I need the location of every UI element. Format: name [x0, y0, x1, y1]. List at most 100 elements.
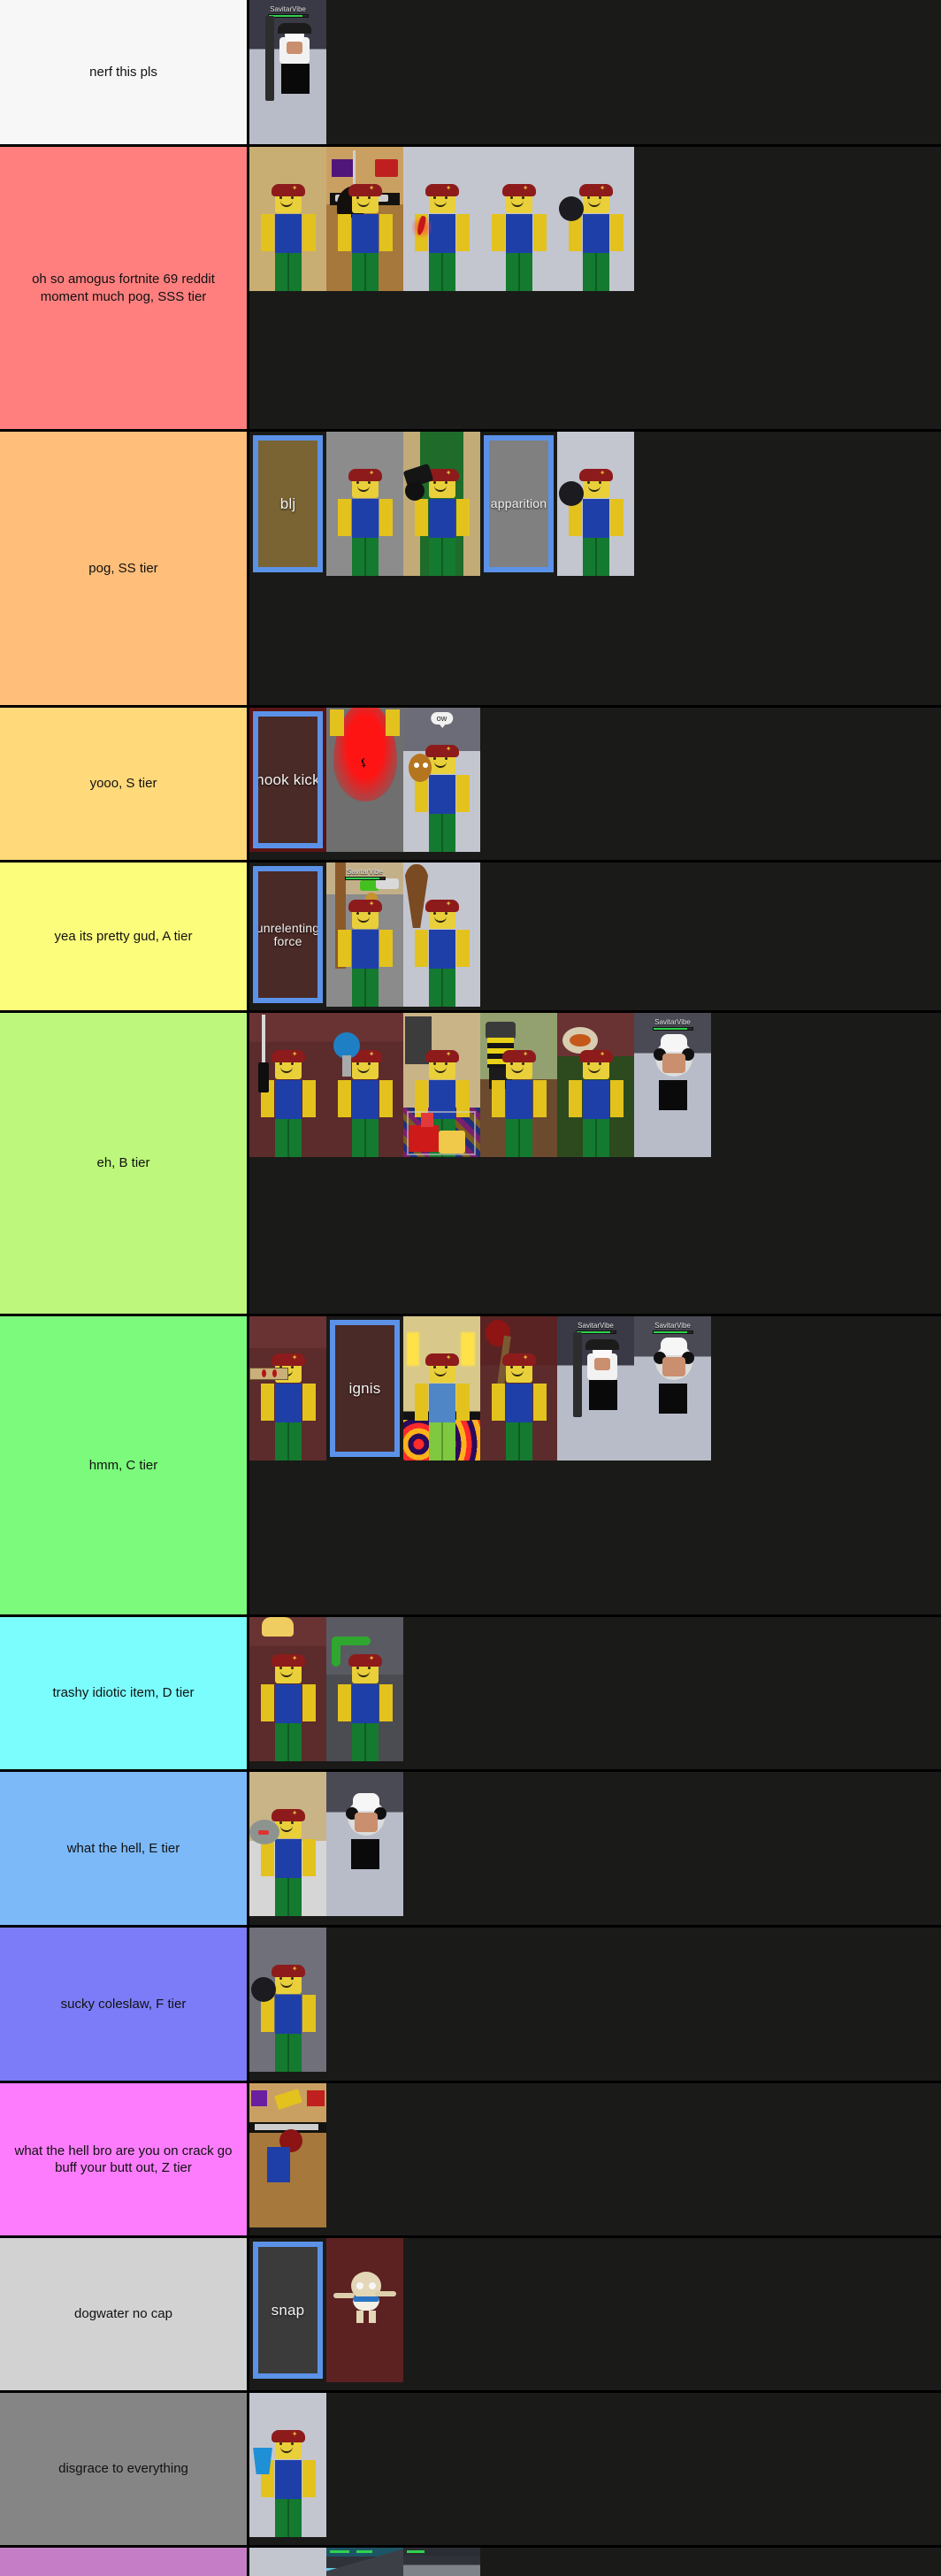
roblox-avatar [568, 1050, 624, 1157]
tier-items[interactable] [249, 1772, 941, 1925]
text-card: unrelenting force [249, 862, 326, 1007]
tier-row: sucky coleslaw, F tier [0, 1928, 941, 2083]
tier-label[interactable]: yea its pretty gud, A tier [0, 862, 249, 1010]
blj-text-card[interactable]: blj [249, 432, 326, 576]
tier-items[interactable] [249, 1928, 941, 2081]
noob-pushing-red-cart[interactable] [480, 147, 557, 291]
tier-label[interactable]: yooo, S tier [0, 708, 249, 860]
tier-row: trashy idiotic item, D tier [0, 1617, 941, 1772]
text-card: apparition [480, 432, 557, 576]
tier-row: nerf this pls SavitarVibe [0, 0, 941, 147]
red-glow-attack-effect[interactable]: ⚸ [326, 708, 403, 852]
roblox-avatar [491, 184, 547, 291]
noob-with-ow-bubble[interactable]: ow [403, 708, 480, 852]
tier-label[interactable]: sucky coleslaw, F tier [0, 1928, 249, 2081]
noob-holding-phone[interactable] [326, 432, 403, 576]
bowling-alley-sword-noob[interactable] [326, 147, 403, 291]
tier-row: accidental imagesHP:100HP:100 [0, 2548, 941, 2576]
tier-row: yea its pretty gud, A tier unrelenting fo… [0, 862, 941, 1013]
unrelenting-force-text-card[interactable]: unrelenting force [249, 862, 326, 1007]
roblox-avatar [414, 1353, 470, 1460]
tier-label[interactable]: nerf this pls [0, 0, 249, 144]
tier-list: nerf this pls SavitarVibe oh so amogus for… [0, 0, 941, 2576]
noob-holding-black-ball[interactable] [557, 147, 634, 291]
tier-row: disgrace to everything [0, 2393, 941, 2548]
savitarvibe-avatar-mic[interactable]: SavitarVibe [557, 1316, 634, 1460]
apparition-text-card[interactable]: apparition [480, 432, 557, 576]
noob-with-shopping-cart[interactable] [403, 1013, 480, 1157]
tier-items[interactable] [249, 2393, 941, 2545]
bowling-alley-red-ball[interactable] [249, 2083, 326, 2227]
roblox-avatar [337, 469, 394, 576]
noob-with-blue-frying-pan[interactable] [326, 1013, 403, 1157]
tier-label[interactable]: oh so amogus fortnite 69 reddit moment m… [0, 147, 249, 429]
tier-label[interactable]: what the hell, E tier [0, 1772, 249, 1925]
tier-items[interactable]: blj apparition [249, 432, 941, 705]
tiermaker-page: TiERMAKER nerf this plsSavitarVibeoh so … [0, 0, 941, 2576]
noob-with-blue-bucket[interactable] [249, 2393, 326, 2537]
tier-items[interactable]: SavitarVibe [249, 0, 941, 144]
noob-with-black-weapon[interactable] [249, 1928, 326, 2072]
tier-items[interactable]: SavitarVibe [249, 1013, 941, 1314]
noob-holding-black-object[interactable] [557, 432, 634, 576]
tier-label[interactable]: dogwater no cap [0, 2238, 249, 2390]
noob-with-red-glow-arm[interactable] [403, 147, 480, 291]
noob-in-parking-lot[interactable]: SavitarVibe [326, 862, 403, 1007]
noob-with-grey-creature[interactable] [249, 1772, 326, 1916]
tier-label[interactable]: disgrace to everything [0, 2393, 249, 2545]
tier-row: hmm, C tier ignis SavitarVibe SavitarVibe [0, 1316, 941, 1617]
tier-row: oh so amogus fortnite 69 reddit moment m… [0, 147, 941, 432]
savitarvibe-avatar-white[interactable] [326, 1772, 403, 1916]
text-card: ignis [326, 1316, 403, 1460]
noob-holding-white-board[interactable] [249, 147, 326, 291]
tier-label[interactable]: accidental images [0, 2548, 249, 2576]
tier-items[interactable]: HP:100HP:100 [249, 2548, 941, 2576]
noob-with-bee-player[interactable] [480, 1013, 557, 1157]
tier-label[interactable]: trashy idiotic item, D tier [0, 1617, 249, 1769]
ignis-text-card[interactable]: ignis [326, 1316, 403, 1460]
tier-items[interactable]: ignis SavitarVibe SavitarVibe [249, 1316, 941, 1614]
noob-with-black-camera[interactable] [403, 432, 480, 576]
tier-label[interactable]: hmm, C tier [0, 1316, 249, 1614]
tier-row: dogwater no cap snap [0, 2238, 941, 2393]
noob-with-green-pipe[interactable] [326, 1617, 403, 1761]
noob-holding-sword[interactable] [249, 1013, 326, 1157]
roblox-avatar [337, 1654, 394, 1761]
noob-with-brown-tornado[interactable] [403, 862, 480, 1007]
tier-items[interactable] [249, 1617, 941, 1769]
tier-label[interactable]: eh, B tier [0, 1013, 249, 1314]
tier-label[interactable]: what the hell bro are you on crack go bu… [0, 2083, 249, 2235]
roblox-avatar [260, 2430, 317, 2537]
fps-game-grey-room[interactable]: HP:100 [403, 2548, 480, 2576]
tier-items[interactable] [249, 2083, 941, 2235]
tier-items[interactable]: unrelenting force SavitarVibe [249, 862, 941, 1010]
tier-row: what the hell, E tier [0, 1772, 941, 1928]
roblox-avatar [337, 184, 394, 291]
text-card: hook kick [249, 708, 326, 852]
noob-holding-wooden-plank[interactable] [249, 1316, 326, 1460]
noob-with-baseball-bat[interactable] [480, 1316, 557, 1460]
tier-row: eh, B tier SavitarVibe [0, 1013, 941, 1316]
noob-red-glow-closeup[interactable] [249, 2548, 326, 2576]
tier-row: what the hell bro are you on crack go bu… [0, 2083, 941, 2238]
noob-cooking-food[interactable] [557, 1013, 634, 1157]
snap-text-card[interactable]: snap [249, 2238, 326, 2382]
player-nameplate: SavitarVibe [652, 1018, 693, 1031]
fps-game-red-wall[interactable]: HP:100 [326, 2548, 403, 2576]
tier-items[interactable] [249, 147, 941, 429]
savitarvibe-avatar-dark[interactable]: SavitarVibe [634, 1316, 711, 1460]
player-nameplate: SavitarVibe [652, 1322, 693, 1334]
savitarvibe-avatar-face[interactable]: SavitarVibe [634, 1013, 711, 1157]
noob-on-lava-floor[interactable] [403, 1316, 480, 1460]
pale-creature-figure[interactable] [326, 2238, 403, 2382]
savitarvibe-avatar-with-gun[interactable]: SavitarVibe [249, 0, 326, 144]
roblox-avatar [260, 1654, 317, 1761]
tier-row: yooo, S tier hook kick ⚸ ow [0, 708, 941, 862]
tier-items[interactable]: snap [249, 2238, 941, 2390]
hook-kick-text-card[interactable]: hook kick [249, 708, 326, 852]
tier-label[interactable]: pog, SS tier [0, 432, 249, 705]
noob-blonde-hair[interactable] [249, 1617, 326, 1761]
tier-row: pog, SS tierblj apparition [0, 432, 941, 708]
tier-items[interactable]: hook kick ⚸ ow [249, 708, 941, 860]
roblox-avatar [337, 900, 394, 1007]
